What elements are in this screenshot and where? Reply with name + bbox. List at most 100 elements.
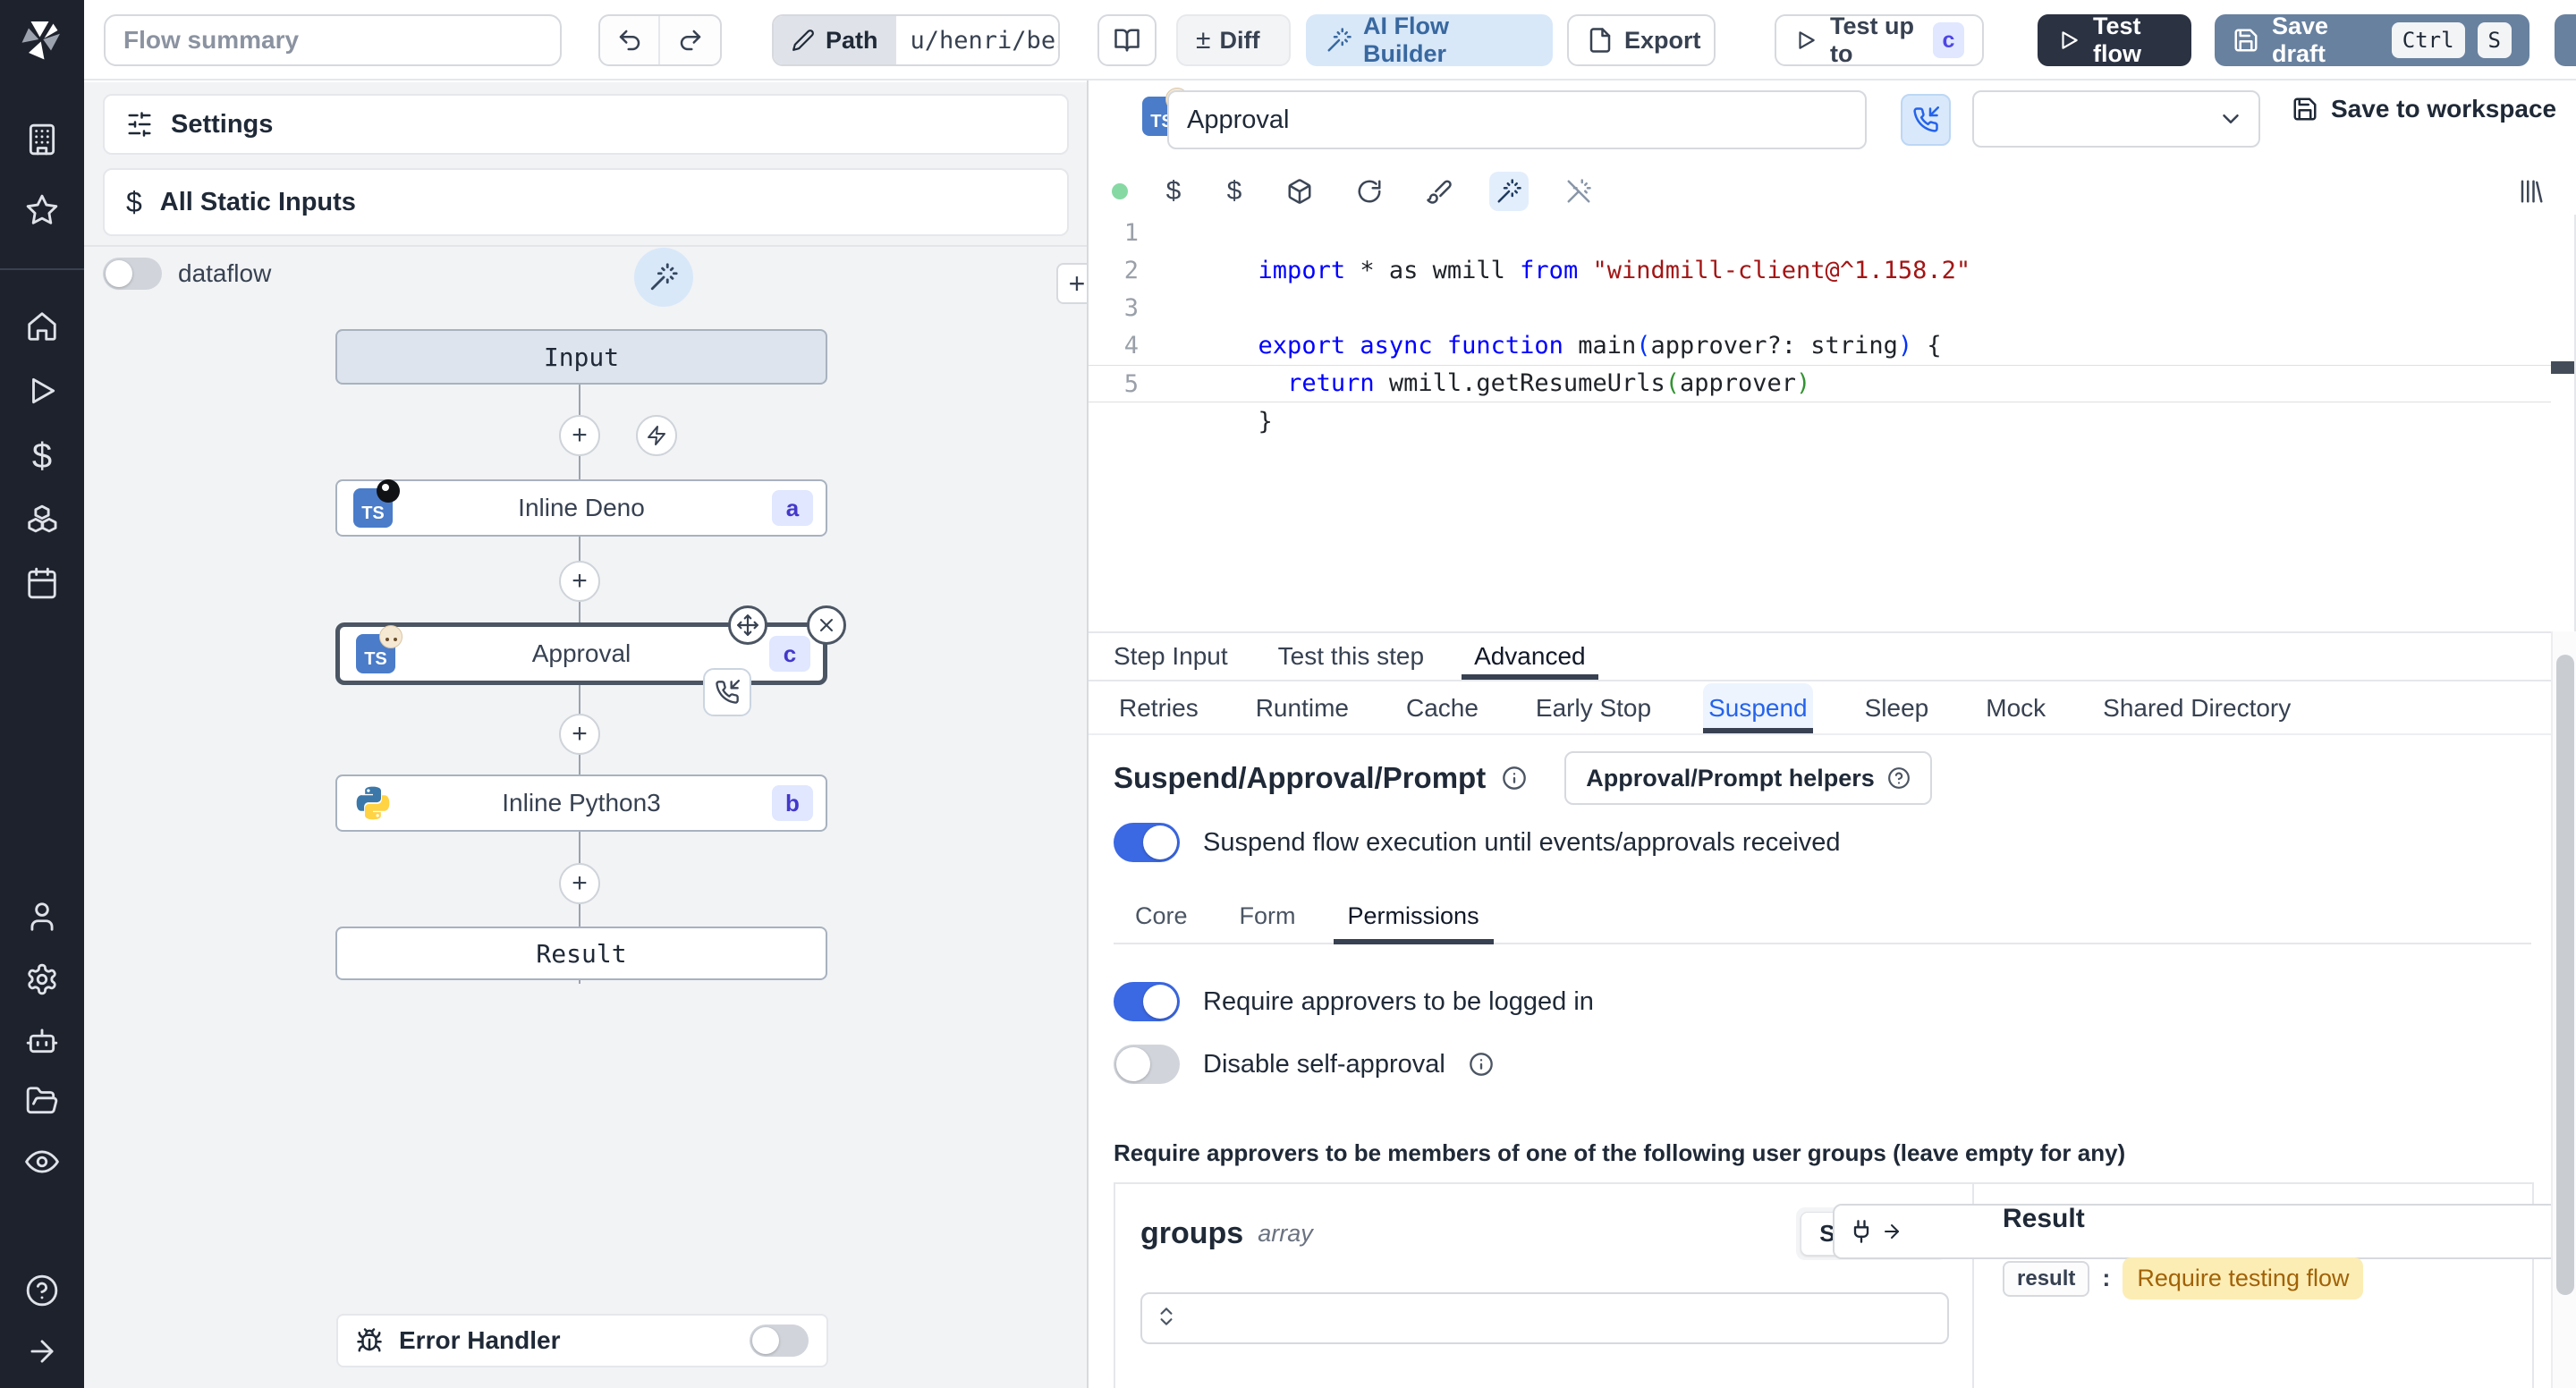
tab-retries[interactable]: Retries bbox=[1114, 683, 1204, 733]
reload-icon[interactable] bbox=[1350, 172, 1389, 211]
test-up-to-button[interactable]: Test up to c bbox=[1775, 13, 1984, 67]
panel-splitter[interactable] bbox=[1087, 80, 1089, 1388]
zoom-in-button[interactable]: + bbox=[1056, 263, 1087, 304]
path-label: Path bbox=[826, 26, 878, 54]
step-tabs: Step Input Test this step Advanced bbox=[1089, 631, 2551, 681]
flow-summary-input[interactable] bbox=[104, 14, 562, 66]
flow-node-inline-python[interactable]: Inline Python3 b bbox=[335, 774, 827, 832]
save-to-workspace-button[interactable]: Save to workspace bbox=[2292, 95, 2556, 123]
tab-form[interactable]: Form bbox=[1240, 889, 1296, 943]
ai-wand-off-icon[interactable] bbox=[1559, 172, 1598, 211]
users-icon[interactable] bbox=[25, 900, 59, 934]
resource-picker-icon[interactable]: $ bbox=[1219, 176, 1250, 207]
language-select[interactable] bbox=[1972, 90, 2260, 148]
delete-step-button[interactable] bbox=[807, 605, 846, 645]
test-flow-label: Test flow bbox=[2093, 13, 2141, 67]
variables-icon[interactable]: $ bbox=[25, 438, 59, 474]
home-icon[interactable] bbox=[25, 309, 59, 343]
tab-test-this-step[interactable]: Test this step bbox=[1278, 633, 1424, 680]
add-step-button[interactable]: + bbox=[559, 863, 600, 904]
docs-button[interactable] bbox=[1097, 14, 1157, 66]
top-toolbar: Path u/henri/bes ± Diff AI Flow Builder … bbox=[84, 0, 2576, 80]
result-key-badge[interactable]: result bbox=[2003, 1260, 2090, 1297]
move-step-button[interactable] bbox=[728, 605, 767, 645]
tab-sleep[interactable]: Sleep bbox=[1860, 683, 1935, 733]
scrollbar-thumb[interactable] bbox=[2556, 655, 2574, 1295]
error-handler-card[interactable]: Error Handler bbox=[336, 1314, 828, 1367]
resources-icon[interactable] bbox=[25, 504, 59, 537]
tab-early-stop[interactable]: Early Stop bbox=[1530, 683, 1657, 733]
library-icon[interactable] bbox=[2512, 172, 2551, 211]
audit-logs-icon[interactable] bbox=[25, 1145, 59, 1179]
folders-icon[interactable] bbox=[25, 1084, 59, 1118]
workers-icon[interactable] bbox=[25, 1023, 59, 1057]
help-icon[interactable] bbox=[25, 1274, 59, 1308]
info-icon[interactable] bbox=[1502, 766, 1527, 791]
add-trigger-button[interactable] bbox=[636, 415, 677, 456]
info-icon[interactable] bbox=[1469, 1052, 1494, 1077]
tab-advanced[interactable]: Advanced bbox=[1462, 633, 1598, 680]
suspend-sub-tabs: Core Form Permissions bbox=[1114, 889, 2531, 944]
path-value[interactable]: u/henri/bes bbox=[895, 16, 1058, 64]
tab-step-input[interactable]: Step Input bbox=[1114, 633, 1228, 680]
help-icon bbox=[1887, 766, 1911, 790]
variable-picker-icon[interactable]: $ bbox=[1158, 176, 1189, 207]
tab-shared-directory[interactable]: Shared Directory bbox=[2097, 683, 2296, 733]
format-code-icon[interactable] bbox=[1419, 172, 1459, 211]
package-icon[interactable] bbox=[1280, 172, 1319, 211]
result-row: result : Require testing flow bbox=[2003, 1257, 2532, 1299]
approval-step-phone-badge[interactable] bbox=[703, 668, 751, 716]
export-button[interactable]: Export bbox=[1567, 14, 1716, 66]
right-panel-scrollbar[interactable] bbox=[2551, 631, 2576, 1388]
suspend-title-row: Suspend/Approval/Prompt Approval/Prompt … bbox=[1114, 751, 1932, 805]
all-static-inputs-label: All Static Inputs bbox=[159, 187, 356, 216]
tab-permissions[interactable]: Permissions bbox=[1333, 889, 1494, 944]
ai-flow-builder-button[interactable]: AI Flow Builder bbox=[1306, 13, 1553, 67]
test-flow-button[interactable]: Test flow bbox=[2038, 13, 2191, 67]
settings-icon[interactable] bbox=[25, 962, 59, 996]
error-handler-toggle[interactable] bbox=[750, 1325, 809, 1357]
workspace-icon[interactable] bbox=[25, 123, 59, 157]
all-static-inputs-button[interactable]: $ All Static Inputs bbox=[103, 168, 1069, 236]
ai-wand-icon[interactable] bbox=[1489, 172, 1529, 211]
runs-icon[interactable] bbox=[25, 374, 59, 408]
suspend-flow-toggle[interactable] bbox=[1114, 823, 1180, 862]
ai-assistant-button[interactable] bbox=[634, 248, 693, 307]
disable-self-approval-toggle[interactable] bbox=[1114, 1045, 1180, 1084]
code-editor[interactable]: 1 import * as wmill from "windmill-client… bbox=[1089, 215, 2551, 631]
approval-prompt-helpers-button[interactable]: Approval/Prompt helpers bbox=[1564, 751, 1932, 805]
groups-value-input[interactable] bbox=[1140, 1292, 1949, 1344]
tab-runtime[interactable]: Runtime bbox=[1250, 683, 1354, 733]
flow-node-input[interactable]: Input bbox=[335, 329, 827, 385]
edit-path-button[interactable]: Path bbox=[774, 16, 896, 64]
add-step-button[interactable]: + bbox=[559, 561, 600, 602]
flow-node-inline-deno[interactable]: TS Inline Deno a bbox=[335, 479, 827, 537]
add-step-button[interactable]: + bbox=[559, 714, 600, 755]
windmill-logo-icon[interactable] bbox=[15, 13, 69, 66]
flow-node-result[interactable]: Result bbox=[335, 927, 827, 980]
favorites-icon[interactable] bbox=[25, 193, 59, 227]
tab-suspend[interactable]: Suspend bbox=[1703, 683, 1813, 733]
schedules-icon[interactable] bbox=[25, 566, 59, 600]
redo-button[interactable] bbox=[660, 16, 720, 64]
tab-cache[interactable]: Cache bbox=[1401, 683, 1484, 733]
diff-button[interactable]: ± Diff bbox=[1176, 14, 1291, 66]
expand-nav-icon[interactable] bbox=[25, 1334, 59, 1368]
flow-graph-panel: Settings $ All Static Inputs dataflow + … bbox=[84, 82, 1087, 1388]
step-id-badge: c bbox=[1933, 22, 1964, 58]
dataflow-toggle[interactable] bbox=[103, 258, 162, 290]
result-value[interactable]: Require testing flow bbox=[2123, 1257, 2364, 1299]
save-draft-button[interactable]: Save draft Ctrl S bbox=[2215, 13, 2529, 67]
tab-mock[interactable]: Mock bbox=[1980, 683, 2051, 733]
step-name-input[interactable] bbox=[1167, 90, 1867, 149]
groups-field-type: array bbox=[1258, 1220, 1313, 1247]
add-step-button[interactable]: + bbox=[559, 415, 600, 456]
tab-core[interactable]: Core bbox=[1135, 889, 1188, 943]
book-icon bbox=[1114, 27, 1140, 54]
undo-button[interactable] bbox=[600, 16, 660, 64]
approval-phone-button[interactable] bbox=[1901, 94, 1951, 146]
deploy-button-partial[interactable] bbox=[2555, 14, 2576, 66]
flow-settings-button[interactable]: Settings bbox=[103, 94, 1069, 155]
require-login-toggle[interactable] bbox=[1114, 982, 1180, 1021]
groups-field-name: groups bbox=[1140, 1216, 1244, 1250]
